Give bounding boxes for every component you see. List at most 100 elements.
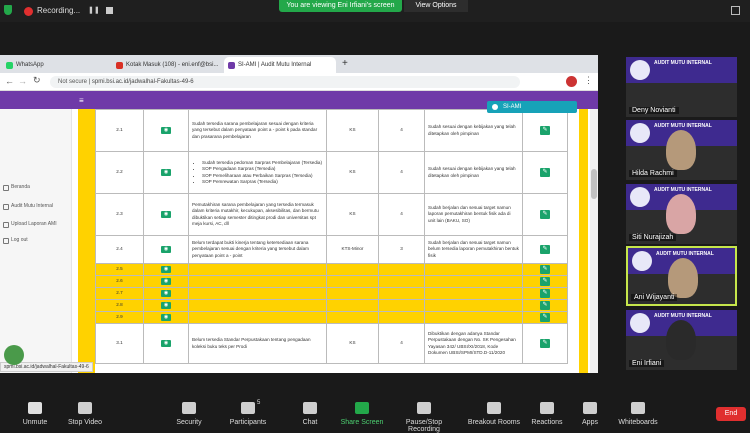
tile-banner-text: AUDIT MUTU INTERNAL: [654, 60, 712, 66]
sidebar-item-beranda[interactable]: Beranda: [3, 184, 30, 191]
view-eye-button[interactable]: ◉: [161, 169, 171, 176]
notification-text: SI-AMI: [503, 104, 522, 110]
whiteboards-button[interactable]: Whiteboards: [603, 395, 673, 430]
auditor-note: [424, 311, 523, 324]
forward-icon[interactable]: →: [18, 76, 27, 86]
score: 4: [378, 193, 425, 236]
reload-icon[interactable]: ↻: [33, 75, 41, 86]
participants-button[interactable]: 5 Participants: [213, 395, 283, 430]
tile-banner-text: AUDIT MUTU INTERNAL: [656, 251, 714, 257]
edit-pencil-button[interactable]: ✎: [540, 339, 550, 348]
menu-icon[interactable]: ⋮: [584, 75, 593, 86]
category: [326, 299, 379, 312]
edit-pencil-button[interactable]: ✎: [540, 210, 550, 219]
auditor-note: [424, 263, 523, 276]
view-eye-button[interactable]: ◉: [161, 127, 171, 134]
notification-toast[interactable]: SI-AMI: [487, 101, 577, 113]
view-cell: ◉: [143, 323, 189, 364]
scrollbar-thumb[interactable]: [591, 169, 597, 199]
participants-icon: [241, 402, 255, 414]
tab-gmail[interactable]: Kotak Masuk (108) - eni.enf@bsi...: [112, 57, 222, 73]
browser-window: WhatsApp Kotak Masuk (108) - eni.enf@bsi…: [0, 55, 598, 373]
sidebar-item-logout[interactable]: Log out: [3, 237, 28, 244]
auditor-note: [424, 299, 523, 312]
row-number: 2.6: [95, 275, 144, 288]
score: [378, 263, 425, 276]
auditor-note: Dibuktikan dengan adanya Standar Perpust…: [424, 323, 523, 364]
participant-video: [666, 320, 696, 360]
participant-tile[interactable]: AUDIT MUTU INTERNAL Hilda Rachmi: [626, 120, 737, 180]
row-number: 2.8: [95, 299, 144, 312]
table-row: 2.4 ◉ Belum terdapat bukti kinerja tentang…: [95, 235, 568, 264]
sidebar-item-upload[interactable]: Upload Laporan AMI: [3, 221, 57, 228]
tab-whatsapp[interactable]: WhatsApp: [2, 57, 110, 73]
edit-pencil-button[interactable]: ✎: [540, 265, 550, 274]
view-eye-button[interactable]: ◉: [161, 211, 171, 218]
university-logo-icon: [630, 187, 650, 207]
participant-video: [666, 194, 696, 234]
breakout-rooms-icon: [487, 402, 501, 414]
edit-pencil-button[interactable]: ✎: [540, 313, 550, 322]
view-eye-button[interactable]: ◉: [161, 314, 171, 321]
finding-description: Sudah tersedia sarana pembelajaran sesua…: [188, 109, 327, 152]
pause-stop-recording-button[interactable]: Pause/Stop Recording: [389, 395, 459, 433]
participant-tile[interactable]: AUDIT MUTU INTERNAL Deny Novianti: [626, 57, 737, 117]
audit-table-container: 2.1 ◉ Sudah tersedia sarana pembelajaran s…: [95, 109, 579, 373]
stop-video-button[interactable]: Stop Video: [50, 395, 120, 430]
fullscreen-icon[interactable]: [731, 6, 740, 15]
view-cell: ◉: [143, 263, 189, 276]
right-yellow-band: [579, 109, 588, 373]
stop-recording-button[interactable]: [106, 7, 113, 14]
participant-tile[interactable]: AUDIT MUTU INTERNAL Siti Nurajizah: [626, 184, 737, 244]
finding-description: Belum tersedia Standar Perpustakaan tent…: [188, 323, 327, 364]
view-eye-button[interactable]: ◉: [161, 266, 171, 273]
profile-avatar[interactable]: [566, 76, 577, 87]
sidebar-item-audit[interactable]: Audit Mutu Internal: [3, 203, 53, 210]
finding-description: [188, 299, 327, 312]
page-scrollbar[interactable]: [590, 109, 598, 373]
view-eye-button[interactable]: ◉: [161, 302, 171, 309]
share-screen-button[interactable]: Share Screen: [327, 395, 397, 430]
score: 4: [378, 109, 425, 152]
annotate-fab-button[interactable]: [4, 345, 24, 365]
end-meeting-button[interactable]: End: [716, 407, 746, 421]
si-ami-icon: [228, 62, 235, 69]
viewing-banner: You are viewing Eni Irfiani's screen: [279, 0, 402, 12]
edit-pencil-button[interactable]: ✎: [540, 168, 550, 177]
edit-pencil-button[interactable]: ✎: [540, 126, 550, 135]
tile-banner-text: AUDIT MUTU INTERNAL: [654, 123, 712, 129]
edit-cell: ✎: [522, 109, 568, 152]
edit-pencil-button[interactable]: ✎: [540, 301, 550, 310]
category: [326, 311, 379, 324]
edit-cell: ✎: [522, 311, 568, 324]
address-bar: ← → ↻ Not secure | spmi.bsi.ac.id/jadwal…: [0, 73, 598, 91]
category: KS: [326, 109, 379, 152]
participant-tile[interactable]: AUDIT MUTU INTERNAL Eni Irfiani: [626, 310, 737, 370]
edit-pencil-button[interactable]: ✎: [540, 245, 550, 254]
table-row: 2.5 ◉ ✎: [95, 263, 568, 276]
participant-tile[interactable]: AUDIT MUTU INTERNAL Ani Wijayanti: [626, 246, 737, 306]
chat-icon: [303, 402, 317, 414]
reactions-icon: [540, 402, 554, 414]
view-eye-button[interactable]: ◉: [161, 246, 171, 253]
stop-video-icon: [78, 402, 92, 414]
view-eye-button[interactable]: ◉: [161, 340, 171, 347]
score: [378, 287, 425, 300]
edit-pencil-button[interactable]: ✎: [540, 289, 550, 298]
hamburger-icon[interactable]: ≡: [79, 96, 84, 105]
participant-name: Eni Irfiani: [629, 360, 665, 367]
edit-pencil-button[interactable]: ✎: [540, 277, 550, 286]
pause-recording-button[interactable]: ❚❚: [88, 6, 100, 14]
new-tab-button[interactable]: +: [342, 58, 348, 69]
url-field[interactable]: Not secure | spmi.bsi.ac.id/jadwalhal-Fa…: [50, 76, 520, 88]
back-icon[interactable]: ←: [5, 76, 14, 86]
tab-si-ami[interactable]: SI-AMI | Audit Mutu Internal: [224, 57, 336, 73]
row-number: 2.3: [95, 193, 144, 236]
participant-name: Siti Nurajizah: [629, 234, 677, 241]
pause-stop-recording-label: Pause/Stop Recording: [405, 419, 443, 433]
view-eye-button[interactable]: ◉: [161, 278, 171, 285]
view-options-button[interactable]: View Options: [404, 0, 468, 12]
view-cell: ◉: [143, 287, 189, 300]
view-eye-button[interactable]: ◉: [161, 290, 171, 297]
university-logo-icon: [630, 60, 650, 80]
